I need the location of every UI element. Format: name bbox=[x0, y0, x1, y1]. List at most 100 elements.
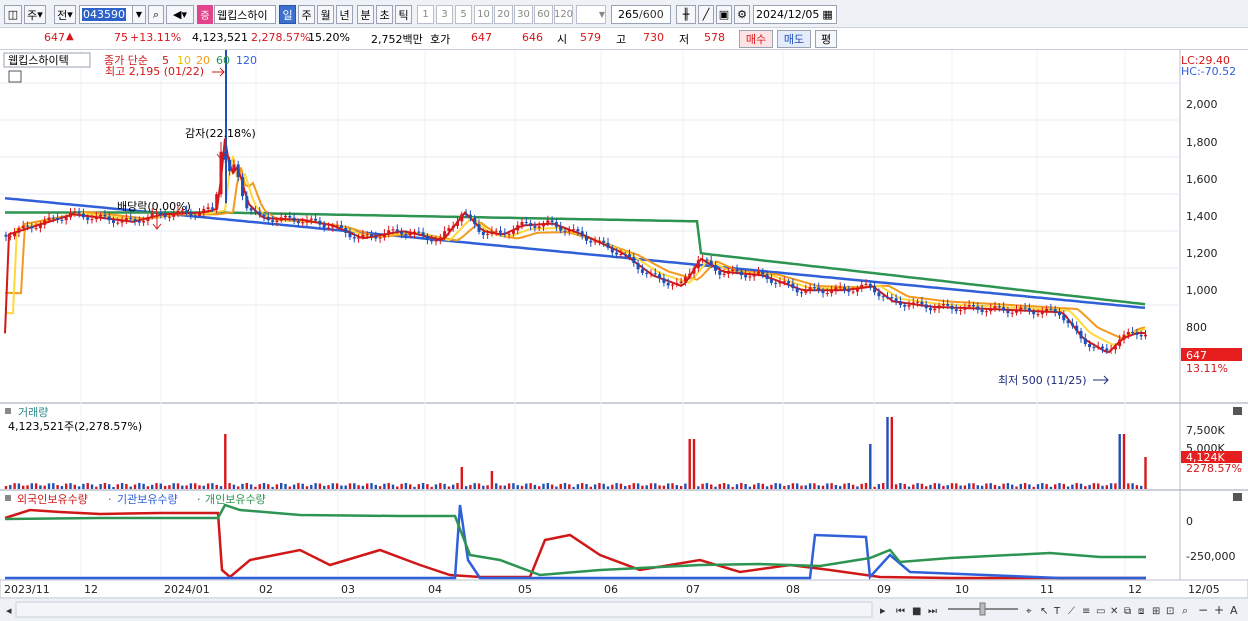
avg-button[interactable]: 평 bbox=[815, 30, 837, 48]
volume-bar bbox=[211, 483, 214, 489]
text-tool-icon[interactable]: T bbox=[1053, 606, 1061, 617]
trend-tool-icon[interactable]: ⟋ bbox=[1068, 606, 1075, 617]
volume-bar bbox=[357, 485, 360, 489]
scrollbar-track[interactable] bbox=[15, 601, 873, 618]
count-field[interactable]: 265/600 bbox=[611, 5, 671, 24]
calendar-icon[interactable]: ▦ bbox=[822, 8, 832, 21]
buy-button[interactable]: 매수 bbox=[739, 30, 773, 48]
sell-button[interactable]: 매도 bbox=[777, 30, 811, 48]
zoom-in-icon[interactable]: + bbox=[1214, 603, 1224, 617]
candle-body bbox=[228, 159, 232, 172]
scroll-right-icon[interactable]: ▸ bbox=[880, 604, 886, 617]
candle-body bbox=[1015, 309, 1018, 313]
candle-body bbox=[576, 229, 580, 232]
candle-body bbox=[636, 263, 640, 270]
line-tool-icon[interactable]: ╱ bbox=[698, 5, 714, 24]
volume-bar bbox=[146, 486, 150, 489]
candle-body bbox=[421, 232, 425, 236]
candle-body bbox=[43, 220, 47, 225]
volume-bar bbox=[1101, 485, 1104, 489]
volume-bar bbox=[370, 483, 373, 489]
ma-120-label: 120 bbox=[236, 54, 257, 67]
candle-type-icon[interactable]: ╫ bbox=[676, 5, 696, 24]
period-1[interactable]: 1 bbox=[417, 5, 434, 24]
tab-second[interactable]: 초 bbox=[376, 5, 393, 24]
volume-bar bbox=[688, 439, 691, 489]
holdings-panel-close-icon[interactable] bbox=[1233, 493, 1242, 501]
shape-tool-icon[interactable]: ▭ bbox=[1096, 606, 1105, 617]
gear-icon[interactable]: ⚙ bbox=[734, 5, 750, 24]
crosshair-icon[interactable]: ⌖ bbox=[1026, 606, 1032, 617]
tab-tick[interactable]: 틱 bbox=[395, 5, 412, 24]
type-select[interactable]: 전 ▾ bbox=[54, 5, 76, 24]
tab-year[interactable]: 년 bbox=[336, 5, 353, 24]
volume-bar bbox=[460, 467, 463, 489]
tab-week-label: 주 bbox=[301, 8, 312, 22]
candle-body bbox=[64, 217, 68, 221]
rewind-icon[interactable]: ⏮ bbox=[896, 606, 905, 617]
zoom-slider-handle[interactable] bbox=[979, 602, 986, 616]
volume-bar bbox=[73, 484, 76, 489]
delete-tool-icon[interactable]: ✕ bbox=[1110, 606, 1118, 617]
candle-body bbox=[172, 213, 176, 217]
volume-bar bbox=[1118, 434, 1121, 489]
tab-minute[interactable]: 분 bbox=[357, 5, 374, 24]
volume-bar bbox=[796, 483, 799, 489]
period-10[interactable]: 10 bbox=[474, 5, 493, 24]
font-size-icon[interactable]: A bbox=[1230, 604, 1238, 617]
window-icon[interactable]: ◫ bbox=[4, 5, 22, 24]
date-field[interactable]: 2024/12/05 ▦ bbox=[753, 5, 837, 24]
candle-body bbox=[56, 217, 60, 220]
search-icon[interactable]: ⌕ bbox=[148, 5, 164, 24]
tab-week[interactable]: 주 bbox=[298, 5, 315, 24]
candle-body bbox=[271, 220, 275, 222]
count-value: 265 bbox=[618, 8, 639, 21]
image-icon[interactable]: ⊡ bbox=[1166, 606, 1174, 617]
candle-body bbox=[150, 213, 154, 217]
volume-bar bbox=[980, 485, 984, 489]
copy-icon[interactable]: ⧉ bbox=[1124, 606, 1131, 617]
tab-day[interactable]: 일 bbox=[279, 5, 296, 24]
cursor-icon[interactable]: ↖ bbox=[1040, 606, 1048, 617]
volume-bar bbox=[933, 483, 936, 489]
layers-icon[interactable]: ⧈ bbox=[1138, 606, 1144, 617]
candle-body bbox=[688, 273, 692, 278]
ask-price: 647 bbox=[471, 31, 492, 44]
magnifier-icon[interactable]: ⌕ bbox=[1182, 604, 1188, 617]
up-arrow-icon: ▲ bbox=[66, 31, 74, 42]
forward-icon[interactable]: ⏭ bbox=[928, 606, 937, 617]
volume-bar bbox=[817, 485, 820, 489]
code-dropdown-icon[interactable]: ▼ bbox=[132, 5, 146, 24]
volume-panel-close-icon[interactable] bbox=[1233, 407, 1242, 415]
speaker-icon[interactable]: ◀▾ bbox=[166, 5, 194, 24]
table-toggle-icon[interactable] bbox=[8, 70, 22, 83]
volume-bar bbox=[452, 484, 455, 489]
period-5[interactable]: 5 bbox=[455, 5, 472, 24]
candle-body bbox=[408, 233, 412, 236]
market-select[interactable]: 주 ▾ bbox=[24, 5, 46, 24]
volume-bar bbox=[361, 485, 365, 489]
period-120[interactable]: 120 bbox=[554, 5, 573, 24]
period-60[interactable]: 60 bbox=[534, 5, 553, 24]
candle-body bbox=[1053, 309, 1057, 313]
fib-tool-icon[interactable]: ≡ bbox=[1082, 606, 1090, 617]
period-3[interactable]: 3 bbox=[436, 5, 453, 24]
candle-body bbox=[1066, 320, 1070, 324]
zoom-out-icon[interactable]: − bbox=[1198, 603, 1208, 617]
period-30[interactable]: 30 bbox=[514, 5, 533, 24]
volume-bar bbox=[602, 483, 605, 489]
volume-bar bbox=[581, 483, 584, 489]
scroll-left-icon[interactable]: ◂ bbox=[6, 604, 12, 617]
stock-chart[interactable]: 웹킵스하이텍 종가 단순 5 10 20 60 120 LC:29.40 HC:… bbox=[0, 50, 1248, 621]
period-20[interactable]: 20 bbox=[494, 5, 513, 24]
candle-body bbox=[94, 216, 98, 220]
grid-icon[interactable]: ⊞ bbox=[1152, 606, 1160, 617]
candle-body bbox=[232, 164, 236, 172]
candle-body bbox=[210, 207, 214, 209]
stop-icon[interactable]: ■ bbox=[912, 606, 921, 617]
tab-month[interactable]: 월 bbox=[317, 5, 334, 24]
save-icon[interactable]: ▣ bbox=[716, 5, 732, 24]
custom-period-select[interactable]: ▼ bbox=[576, 5, 606, 24]
candle-body bbox=[843, 287, 846, 290]
candle-body bbox=[86, 217, 90, 220]
